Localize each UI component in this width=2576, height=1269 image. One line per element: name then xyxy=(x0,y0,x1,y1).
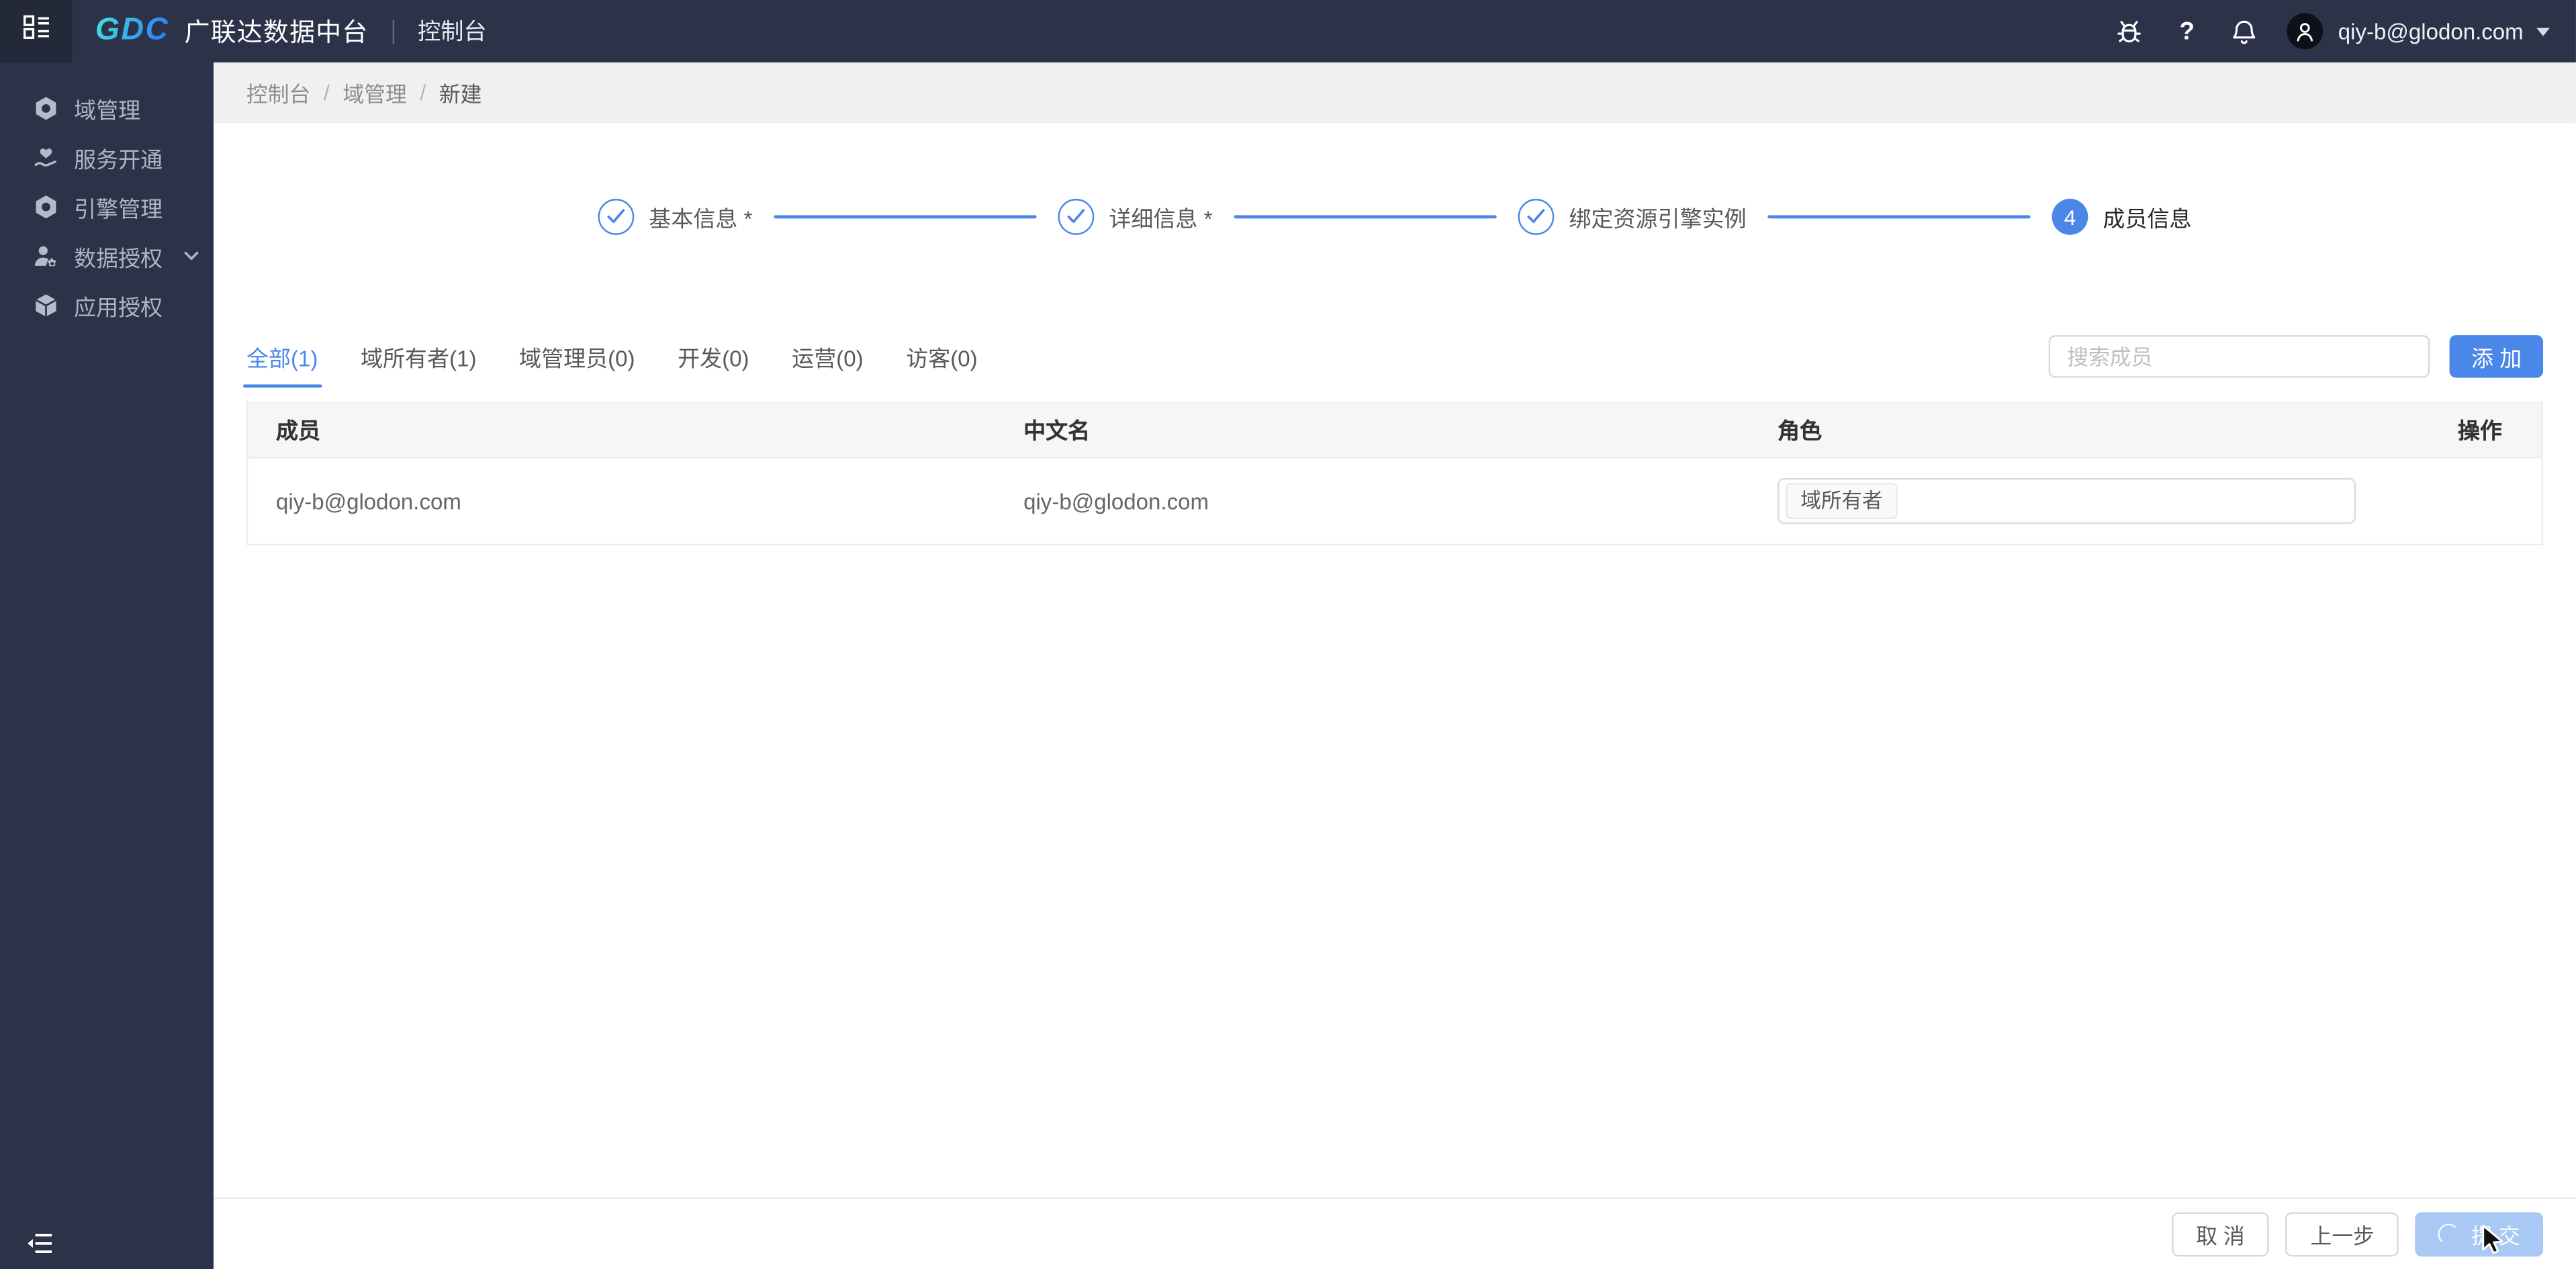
step-detail-info: 详细信息 * xyxy=(1058,199,1212,235)
sidebar-item-data-authorization[interactable]: 数据授权 xyxy=(0,232,214,281)
breadcrumb-domain-management[interactable]: 域管理 xyxy=(342,77,406,108)
stepper: 基本信息 * 详细信息 * xyxy=(214,199,2576,235)
column-header-actions: 操作 xyxy=(2351,412,2542,445)
page-content: 基本信息 * 详细信息 * xyxy=(214,123,2576,1197)
step-check-icon xyxy=(1518,199,1555,235)
cell-member: qiy-b@glodon.com xyxy=(248,489,995,514)
hand-heart-icon xyxy=(33,144,59,171)
bug-report-icon[interactable] xyxy=(2113,15,2146,48)
breadcrumb-console[interactable]: 控制台 xyxy=(246,77,310,108)
tab-all[interactable]: 全部(1) xyxy=(246,340,318,373)
sidebar-item-app-authorization[interactable]: 应用授权 xyxy=(0,281,214,330)
role-tag: 域所有者 xyxy=(1786,483,1897,519)
app-title: 广联达数据中台 xyxy=(185,13,369,50)
step-label: 绑定资源引擎实例 xyxy=(1569,200,1746,233)
member-tabs: 全部(1) 域所有者(1) 域管理员(0) 开发(0) 运营(0) 访客(0) xyxy=(246,340,1020,373)
table-header-row: 成员 中文名 角色 操作 xyxy=(248,401,2541,459)
toolbar-row: 全部(1) 域所有者(1) 域管理员(0) 开发(0) 运营(0) 访客(0) … xyxy=(246,335,2543,378)
user-avatar[interactable] xyxy=(2287,13,2324,50)
nav-console[interactable]: 控制台 xyxy=(418,15,487,48)
step-member-info: 4 成员信息 xyxy=(2052,199,2192,235)
tab-domain-owner[interactable]: 域所有者(1) xyxy=(361,340,476,373)
main-area: 控制台 / 域管理 / 新建 基本信息 * xyxy=(214,62,2576,1269)
user-gear-icon xyxy=(33,243,59,269)
step-label: 基本信息 * xyxy=(649,200,752,233)
hex-nut-icon xyxy=(33,194,59,220)
search-member-input[interactable] xyxy=(2049,335,2430,378)
notification-bell-icon[interactable] xyxy=(2228,15,2261,48)
sidebar: 域管理 服务开通 引擎管理 xyxy=(0,62,214,1269)
step-connector xyxy=(1767,215,2030,218)
add-member-button[interactable]: 添 加 xyxy=(2450,335,2543,378)
sidebar-item-label: 服务开通 xyxy=(74,141,163,174)
sidebar-item-engine-management[interactable]: 引擎管理 xyxy=(0,183,214,232)
sidebar-toggle-button[interactable] xyxy=(0,0,73,62)
sidebar-item-label: 应用授权 xyxy=(74,289,163,322)
tab-guest[interactable]: 访客(0) xyxy=(906,340,977,373)
loading-spinner-icon xyxy=(2438,1223,2460,1245)
submit-button[interactable]: 提 交 xyxy=(2416,1212,2543,1256)
sidebar-item-domain-management[interactable]: 域管理 xyxy=(0,84,214,133)
previous-step-button[interactable]: 上一步 xyxy=(2286,1212,2399,1256)
help-icon[interactable]: ? xyxy=(2170,15,2203,48)
brand: GDC 广联达数据中台 控制台 xyxy=(73,0,487,62)
hex-nut-icon xyxy=(33,95,59,122)
breadcrumb: 控制台 / 域管理 / 新建 xyxy=(214,62,2576,124)
user-email[interactable]: qiy-b@glodon.com xyxy=(2338,19,2524,44)
step-number-badge: 4 xyxy=(2052,199,2088,235)
step-bind-engine: 绑定资源引擎实例 xyxy=(1518,199,1747,235)
table-row: qiy-b@glodon.com qiy-b@glodon.com 域所有者 xyxy=(248,459,2541,544)
step-basic-info: 基本信息 * xyxy=(598,199,752,235)
sidebar-item-service-activation[interactable]: 服务开通 xyxy=(0,133,214,182)
sidebar-nav: 域管理 服务开通 引擎管理 xyxy=(0,62,214,330)
sidebar-item-label: 引擎管理 xyxy=(74,191,163,224)
member-table: 成员 中文名 角色 操作 qiy-b@glodon.com qiy-b@glod… xyxy=(246,401,2543,545)
topbar: GDC 广联达数据中台 控制台 ? xyxy=(0,0,2576,62)
app-window: GDC 广联达数据中台 控制台 ? xyxy=(0,0,2576,1269)
tab-developer[interactable]: 开发(0) xyxy=(678,340,749,373)
breadcrumb-new: 新建 xyxy=(439,77,482,108)
cell-chinese-name: qiy-b@glodon.com xyxy=(996,489,1750,514)
submit-button-label: 提 交 xyxy=(2471,1219,2520,1250)
user-menu-caret-icon[interactable] xyxy=(2536,27,2550,35)
role-select[interactable]: 域所有者 xyxy=(1778,478,2356,524)
header-divider xyxy=(393,19,394,44)
column-header-chinese-name: 中文名 xyxy=(996,412,1750,445)
step-label: 详细信息 * xyxy=(1109,200,1212,233)
cell-role: 域所有者 xyxy=(1749,478,2350,524)
wizard-footer: 取 消 上一步 提 交 xyxy=(214,1198,2576,1269)
cancel-button[interactable]: 取 消 xyxy=(2171,1212,2269,1256)
step-connector xyxy=(774,215,1036,218)
chevron-down-icon xyxy=(184,251,199,261)
sidebar-item-label: 域管理 xyxy=(74,92,140,125)
column-header-role: 角色 xyxy=(1749,412,2350,445)
step-label: 成员信息 xyxy=(2103,200,2191,233)
list-menu-icon xyxy=(22,15,50,48)
cube-icon xyxy=(33,292,59,318)
column-header-member: 成员 xyxy=(248,412,995,445)
sidebar-collapse-icon[interactable] xyxy=(26,1231,52,1254)
sidebar-item-label: 数据授权 xyxy=(74,240,163,273)
tab-domain-admin[interactable]: 域管理员(0) xyxy=(519,340,635,373)
tab-operations[interactable]: 运营(0) xyxy=(792,340,863,373)
topbar-right: ? qiy-b@glodon.com xyxy=(2088,13,2576,50)
step-check-icon xyxy=(598,199,634,235)
step-connector xyxy=(1234,215,1496,218)
step-check-icon xyxy=(1058,199,1094,235)
gdc-logo: GDC xyxy=(95,13,170,50)
